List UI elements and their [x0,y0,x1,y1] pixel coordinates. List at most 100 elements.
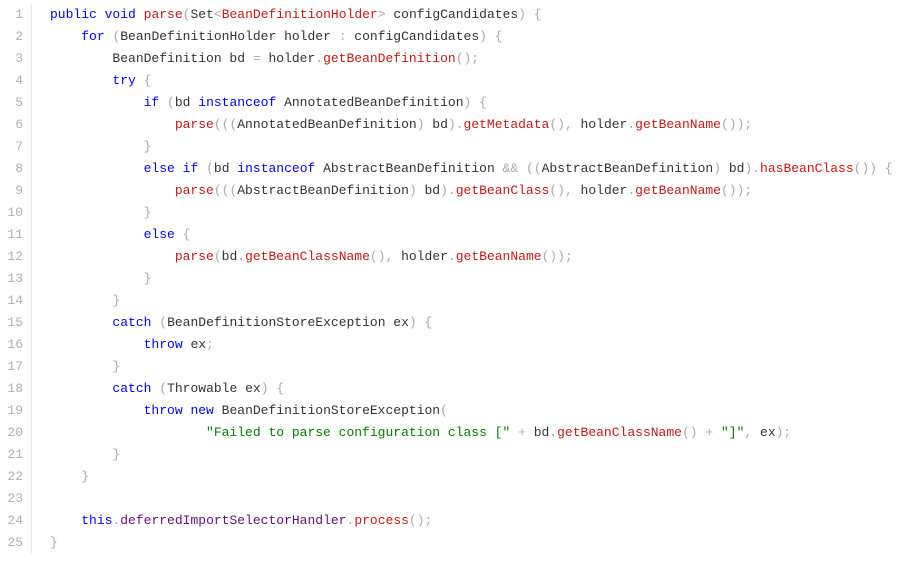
token-punct: ( [214,249,222,264]
token-punct: : [339,29,347,44]
code-line[interactable]: } [50,136,917,158]
token-ident: holder [573,117,628,132]
token-punct: ) [479,29,487,44]
token-punct: ((( [214,117,237,132]
line-number: 11 [0,224,32,246]
token-ident [417,315,425,330]
token-ident [50,73,112,88]
token-kw: if [144,95,160,110]
token-method: parse [175,249,214,264]
token-punct: () [682,425,698,440]
token-punct: ( [440,403,448,418]
code-line[interactable]: else if (bd instanceof AbstractBeanDefin… [50,158,917,180]
code-line[interactable]: "Failed to parse configuration class [" … [50,422,917,444]
token-punct: = [253,51,261,66]
token-punct: { [183,227,191,242]
line-number: 15 [0,312,32,334]
code-line[interactable]: } [50,268,917,290]
code-line[interactable]: catch (BeanDefinitionStoreException ex) … [50,312,917,334]
code-line[interactable]: try { [50,70,917,92]
token-method: getBeanClass [456,183,550,198]
token-punct: { [885,161,893,176]
line-number: 4 [0,70,32,92]
code-area[interactable]: public void parse(Set<BeanDefinitionHold… [42,4,917,554]
token-ident [50,425,206,440]
code-line[interactable]: } [50,532,917,554]
code-line[interactable]: } [50,202,917,224]
token-str: "Failed to parse configuration class [" [206,425,510,440]
token-ident [198,161,206,176]
code-line[interactable]: for (BeanDefinitionHolder holder : confi… [50,26,917,48]
code-line[interactable] [50,488,917,510]
token-method: parse [175,183,214,198]
line-number: 13 [0,268,32,290]
token-punct: { [276,381,284,396]
line-number: 10 [0,202,32,224]
line-number: 18 [0,378,32,400]
token-ident [136,7,144,22]
token-punct: ((( [214,183,237,198]
token-field: deferredImportSelectorHandler [120,513,346,528]
token-ident [50,183,175,198]
token-punct: (); [409,513,432,528]
token-punct: ) [409,315,417,330]
token-ident [50,337,144,352]
token-ident: bd [175,95,198,110]
line-number: 9 [0,180,32,202]
token-ident: bd [425,117,448,132]
code-line[interactable]: parse(((AnnotatedBeanDefinition) bd).get… [50,114,917,136]
token-ident [97,7,105,22]
line-number: 12 [0,246,32,268]
code-line[interactable]: else { [50,224,917,246]
code-line[interactable]: parse(((AbstractBeanDefinition) bd).getB… [50,180,917,202]
token-kw: throw [144,403,183,418]
token-punct: ; [206,337,214,352]
code-line[interactable]: public void parse(Set<BeanDefinitionHold… [50,4,917,26]
token-ident [50,403,144,418]
line-number: 6 [0,114,32,136]
token-kw: void [105,7,136,22]
token-kw: for [81,29,104,44]
token-method: getBeanName [635,117,721,132]
code-line[interactable]: } [50,444,917,466]
token-punct: < [214,7,222,22]
code-line[interactable]: this.deferredImportSelectorHandler.proce… [50,510,917,532]
token-ident: holder [261,51,316,66]
code-line[interactable]: BeanDefinition bd = holder.getBeanDefini… [50,48,917,70]
token-ident [50,205,144,220]
code-line[interactable]: } [50,466,917,488]
token-punct: { [144,73,152,88]
token-ident: AnnotatedBeanDefinition [237,117,416,132]
code-line[interactable]: throw ex; [50,334,917,356]
token-ident: AbstractBeanDefinition [542,161,714,176]
token-punct: ()); [721,117,752,132]
line-number: 23 [0,488,32,510]
code-line[interactable]: if (bd instanceof AnnotatedBeanDefinitio… [50,92,917,114]
token-ident [471,95,479,110]
token-ident [50,293,112,308]
token-kw: instanceof [198,95,276,110]
token-ident: bd [214,161,237,176]
code-line[interactable]: } [50,290,917,312]
token-punct: } [50,535,58,550]
code-line[interactable]: throw new BeanDefinitionStoreException( [50,400,917,422]
token-punct: ) [518,7,526,22]
token-kw: else [144,227,175,242]
token-method: process [354,513,409,528]
code-line[interactable]: } [50,356,917,378]
token-type: BeanDefinitionHolder [222,7,378,22]
token-method: getBeanClassName [245,249,370,264]
token-punct: && [503,161,519,176]
token-ident [136,73,144,88]
token-ident: BeanDefinitionStoreException [214,403,440,418]
code-line[interactable]: parse(bd.getBeanClassName(), holder.getB… [50,246,917,268]
token-punct: } [112,447,120,462]
line-number: 17 [0,356,32,378]
token-ident: BeanDefinition bd [50,51,253,66]
token-ident [159,95,167,110]
token-punct: (( [526,161,542,176]
code-line[interactable]: catch (Throwable ex) { [50,378,917,400]
token-punct: (), [549,117,572,132]
token-ident: holder [573,183,628,198]
token-kw: throw [144,337,183,352]
